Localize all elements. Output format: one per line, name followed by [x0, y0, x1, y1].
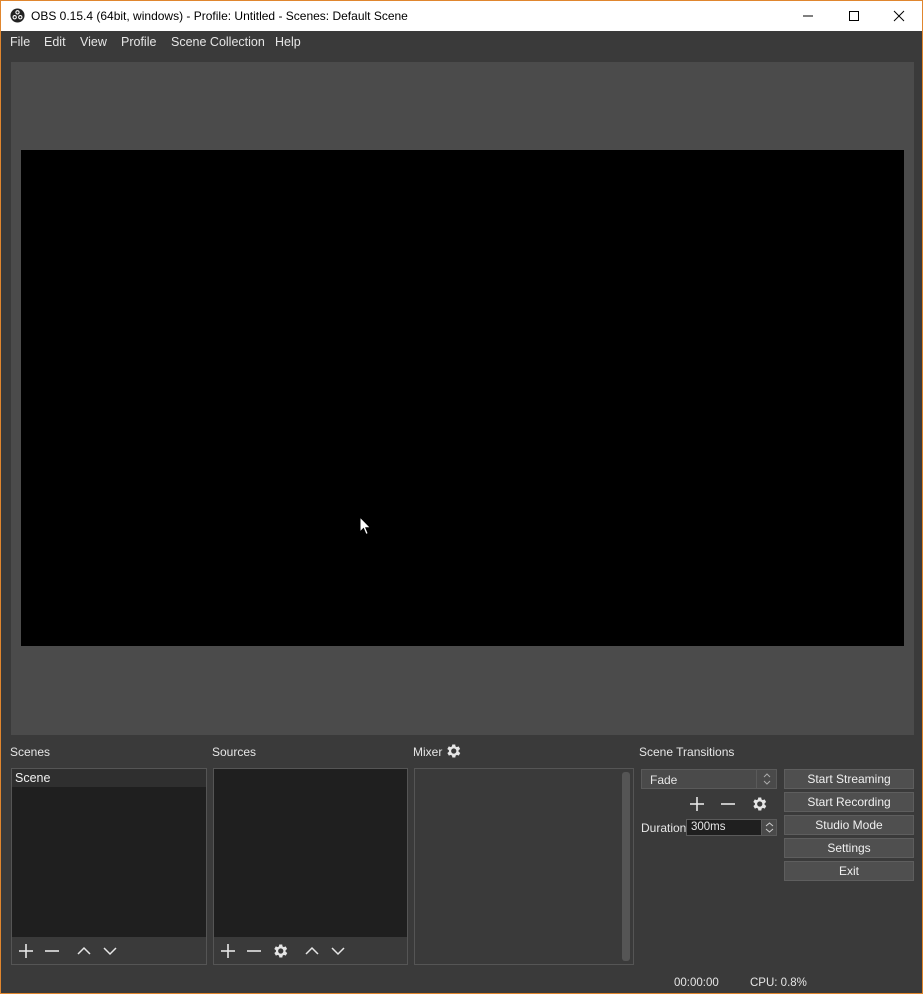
transition-select-value: Fade — [650, 773, 678, 787]
status-cpu: CPU: 0.8% — [750, 977, 807, 989]
remove-transition-button[interactable] — [718, 794, 738, 814]
gear-icon — [274, 944, 288, 958]
settings-button[interactable]: Settings — [784, 838, 914, 858]
mixer-scrollbar[interactable] — [622, 772, 630, 961]
minus-icon — [45, 950, 59, 952]
plus-icon — [221, 944, 235, 958]
title-bar: OBS 0.15.4 (64bit, windows) - Profile: U… — [1, 1, 922, 31]
menu-edit[interactable]: Edit — [44, 35, 66, 49]
preview-canvas[interactable] — [21, 150, 904, 646]
add-source-button[interactable] — [218, 941, 238, 961]
window-title: OBS 0.15.4 (64bit, windows) - Profile: U… — [31, 9, 408, 23]
maximize-icon — [849, 11, 859, 21]
plus-icon — [19, 944, 33, 958]
move-scene-up-button[interactable] — [74, 941, 94, 961]
menu-help[interactable]: Help — [275, 35, 301, 49]
menu-scene-collection[interactable]: Scene Collection — [171, 35, 265, 49]
mixer-label: Mixer — [413, 745, 443, 759]
remove-source-button[interactable] — [244, 941, 264, 961]
gear-icon — [753, 797, 767, 811]
sources-list[interactable] — [213, 768, 408, 965]
preview-area[interactable] — [11, 62, 914, 735]
menu-bar: File Edit View Profile Scene Collection … — [1, 31, 922, 55]
duration-value: 300ms — [691, 821, 726, 833]
mixer-gear-icon[interactable] — [444, 742, 462, 760]
studio-mode-button[interactable]: Studio Mode — [784, 815, 914, 835]
transition-properties-button[interactable] — [749, 794, 769, 814]
duration-spinbox[interactable]: 300ms — [686, 819, 777, 836]
minus-icon — [721, 803, 735, 805]
exit-button[interactable]: Exit — [784, 861, 914, 881]
start-recording-button[interactable]: Start Recording — [784, 792, 914, 812]
add-transition-button[interactable] — [687, 794, 707, 814]
chevron-down-icon — [331, 947, 345, 956]
sources-label: Sources — [212, 745, 257, 759]
minimize-icon — [803, 15, 813, 17]
plus-icon — [690, 797, 704, 811]
close-icon — [893, 10, 905, 22]
chevron-up-icon — [77, 946, 91, 955]
scenes-list[interactable]: Scene — [11, 768, 207, 965]
source-properties-button[interactable] — [270, 941, 290, 961]
select-arrows-icon — [756, 770, 776, 788]
maximize-button[interactable] — [831, 1, 877, 31]
scene-transitions-label: Scene Transitions — [639, 745, 735, 759]
transition-select[interactable]: Fade — [641, 769, 777, 789]
spin-arrows-icon[interactable] — [761, 820, 776, 835]
mixer-panel — [414, 768, 634, 965]
minimize-button[interactable] — [785, 1, 831, 31]
scenes-label: Scenes — [10, 745, 51, 759]
obs-window: OBS 0.15.4 (64bit, windows) - Profile: U… — [0, 0, 923, 994]
close-button[interactable] — [876, 1, 922, 31]
remove-scene-button[interactable] — [42, 941, 62, 961]
scenes-toolbar — [12, 937, 206, 964]
move-source-up-button[interactable] — [302, 941, 322, 961]
add-scene-button[interactable] — [16, 941, 36, 961]
chevron-down-icon — [103, 947, 117, 956]
mouse-cursor-icon — [359, 516, 372, 536]
move-scene-down-button[interactable] — [100, 941, 120, 961]
minus-icon — [247, 950, 261, 952]
menu-file[interactable]: File — [10, 35, 30, 49]
sources-toolbar — [214, 937, 407, 964]
obs-logo-icon — [10, 8, 25, 23]
status-time: 00:00:00 — [674, 977, 719, 989]
start-streaming-button[interactable]: Start Streaming — [784, 769, 914, 789]
duration-label: Duration — [641, 821, 687, 835]
scene-list-item[interactable]: Scene — [12, 769, 206, 787]
move-source-down-button[interactable] — [328, 941, 348, 961]
chevron-up-icon — [305, 946, 319, 955]
menu-profile[interactable]: Profile — [121, 35, 156, 49]
menu-view[interactable]: View — [80, 35, 107, 49]
